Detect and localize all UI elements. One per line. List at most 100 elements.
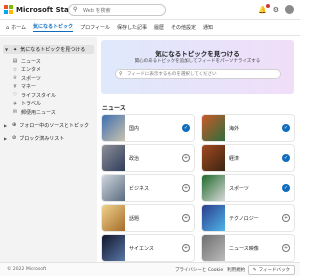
topic-label: サイエンス: [129, 246, 154, 252]
feedback-icon: ✎: [252, 267, 257, 273]
tab-notifications[interactable]: 通知: [203, 24, 213, 31]
chevron-down-icon: ▼: [5, 47, 9, 52]
topic-thumbnail: [102, 145, 125, 171]
tab-topics[interactable]: 気になるトピック: [33, 23, 74, 32]
topic-card[interactable]: ニュース映像 +: [202, 235, 294, 261]
sparkle-icon: ✦: [13, 46, 18, 53]
topic-thumbnail: [202, 115, 225, 141]
topic-card[interactable]: ビジネス +: [102, 175, 194, 201]
sidebar-item-sports[interactable]: ♕ スポーツ: [0, 74, 97, 83]
tab-saved[interactable]: 保存した記事: [117, 24, 147, 31]
topic-search-input[interactable]: [127, 71, 277, 78]
block-icon: ⊘: [12, 135, 17, 141]
checkmark-icon[interactable]: ✓: [182, 124, 190, 132]
sidebar-item-discover[interactable]: ▼ ✦ 気になるトピックを見つける: [3, 45, 94, 54]
plus-icon[interactable]: +: [182, 184, 190, 192]
topic-label: ニュース映像: [229, 246, 259, 252]
follow-icon: ⊕: [12, 122, 17, 128]
banner-subtitle: 関心のあるトピックを追加してフィードをパーソナライズする: [134, 59, 261, 64]
plus-icon[interactable]: +: [182, 154, 190, 162]
top-actions: 🔔 ⚙: [258, 3, 294, 14]
topic-card[interactable]: 海外 ✓: [202, 115, 294, 141]
money-icon: ¥: [13, 83, 17, 90]
footer-links: プライバシーと Cookie 利用規約 広告: [175, 267, 258, 273]
web-search-box[interactable]: ⚲: [68, 4, 166, 16]
banner-title: 気になるトピックを見つける: [155, 50, 240, 58]
chevron-right-icon: ▶: [4, 122, 8, 128]
checkmark-icon[interactable]: ✓: [282, 184, 290, 192]
topic-label: ビジネス: [129, 186, 150, 192]
topic-label: 海外: [229, 126, 240, 132]
topic-card[interactable]: サイエンス +: [102, 235, 194, 261]
topic-card[interactable]: 話題 +: [102, 205, 194, 231]
star-icon: ☆: [12, 66, 18, 73]
feedback-button[interactable]: ✎ フィードバック: [247, 265, 295, 275]
sidebar-item-money[interactable]: ¥ マネー: [0, 83, 97, 92]
checkmark-icon[interactable]: ✓: [282, 154, 290, 162]
plus-icon[interactable]: +: [282, 214, 290, 222]
sidebar-item-entertainment[interactable]: ☆ エンタメ: [0, 66, 97, 75]
sidebar-item-label: 気になるトピックを見つける: [20, 47, 86, 53]
web-search-input[interactable]: [83, 6, 163, 15]
topic-label: 国内: [129, 126, 140, 132]
tab-history[interactable]: 履歴: [154, 24, 164, 31]
tab-home[interactable]: ⌂ ホーム: [6, 24, 26, 32]
plus-icon[interactable]: +: [182, 244, 190, 252]
topic-thumbnail: [202, 205, 225, 231]
plus-icon[interactable]: +: [282, 244, 290, 252]
heart-icon: ♡: [12, 92, 18, 99]
topic-label: スポーツ: [229, 186, 249, 192]
sidebar-item-news[interactable]: ▤ ニュース: [0, 57, 97, 66]
topic-card[interactable]: 経済 ✓: [202, 145, 294, 171]
topic-thumbnail: [202, 235, 225, 261]
trophy-icon: ♕: [12, 75, 18, 82]
topic-thumbnail: [102, 115, 125, 141]
gear-icon[interactable]: ⚙: [273, 6, 279, 14]
bell-icon[interactable]: 🔔: [258, 3, 270, 14]
home-icon: ⌂: [6, 24, 10, 31]
sidebar-item-following[interactable]: ▶ ⊕ フォロー中のソースとトピック: [0, 121, 97, 130]
top-bar: Microsoft Start ⚲ 🔔 ⚙: [0, 0, 300, 20]
brand-name: Microsoft Start: [16, 5, 76, 14]
news-icon: ▤: [12, 58, 18, 65]
brand-logo[interactable]: Microsoft Start: [4, 5, 76, 14]
topic-thumbnail: [102, 235, 125, 261]
terms-link[interactable]: 利用規約: [227, 267, 245, 273]
plane-icon: ✈: [12, 100, 18, 107]
checkmark-icon[interactable]: ✓: [282, 124, 290, 132]
section-title: ニュース: [102, 105, 126, 112]
topic-card[interactable]: 国内 ✓: [102, 115, 194, 141]
tab-profile[interactable]: プロフィール: [80, 24, 110, 31]
topic-thumbnail: [202, 175, 225, 201]
topic-card[interactable]: スポーツ ✓: [202, 175, 294, 201]
sidebar: ▼ ✦ 気になるトピックを見つける ▤ ニュース ☆ エンタメ ♕ スポーツ ¥…: [0, 37, 97, 262]
topic-search-box[interactable]: ⚲: [115, 69, 281, 79]
topic-label: テクノロジー: [229, 216, 259, 222]
sidebar-item-lifestyle[interactable]: ♡ ライフスタイル: [0, 91, 97, 100]
plus-icon[interactable]: +: [182, 214, 190, 222]
topic-label: 話題: [129, 216, 140, 222]
discover-banner: 気になるトピックを見つける 関心のあるトピックを追加してフィードをパーソナライズ…: [101, 40, 294, 94]
topic-card[interactable]: 政治 +: [102, 145, 194, 171]
search-icon: ⚲: [73, 6, 78, 13]
topic-card[interactable]: テクノロジー +: [202, 205, 294, 231]
chevron-right-icon: ▶: [4, 135, 8, 141]
copyright: © 2022 Microsoft: [7, 267, 47, 272]
sidebar-item-blocked[interactable]: ▶ ⊘ ブロック済みリスト: [0, 134, 97, 143]
footer: © 2022 Microsoft プライバシーと Cookie 利用規約 広告 …: [0, 262, 300, 276]
sidebar-item-postal-news[interactable]: ✉ 郵便用ニュース: [0, 108, 97, 117]
search-icon: ⚲: [119, 71, 123, 77]
topic-thumbnail: [102, 175, 125, 201]
topic-thumbnail: [202, 145, 225, 171]
topic-label: 経済: [229, 156, 240, 162]
topic-label: 政治: [129, 156, 140, 162]
avatar[interactable]: [285, 5, 294, 14]
nav-tabs: ⌂ ホーム 気になるトピック プロフィール 保存した記事 履歴 その他設定 通知: [0, 20, 300, 36]
privacy-link[interactable]: プライバシーと Cookie: [175, 267, 223, 273]
sidebar-item-travel[interactable]: ✈ トラベル: [0, 100, 97, 109]
main-content: 気になるトピックを見つける 関心のあるトピックを追加してフィードをパーソナライズ…: [98, 37, 300, 262]
topic-thumbnail: [102, 205, 125, 231]
mail-icon: ✉: [12, 109, 18, 116]
tab-settings[interactable]: その他設定: [171, 24, 196, 31]
microsoft-logo-icon: [4, 5, 13, 14]
